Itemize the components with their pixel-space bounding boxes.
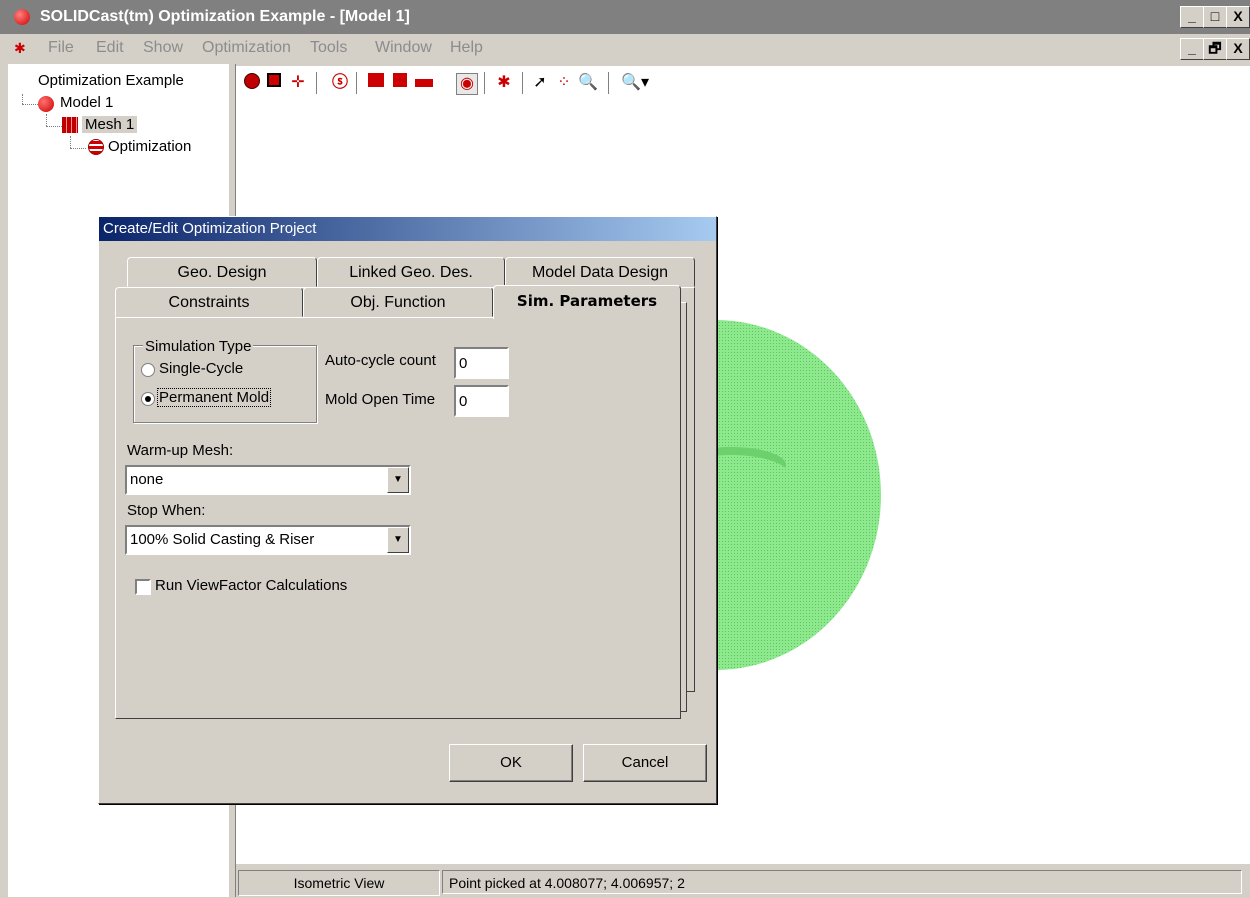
stop-when-label: Stop When:	[127, 502, 206, 519]
tree-item-optimization[interactable]: Optimization	[108, 138, 191, 155]
toolbar-separator	[316, 72, 318, 94]
dialog-title: Create/Edit Optimization Project	[99, 217, 716, 241]
toolbar-separator	[522, 72, 524, 94]
warmup-mesh-value: none	[130, 471, 164, 488]
toolbar-separator	[484, 72, 486, 94]
warmup-mesh-select[interactable]: none ▼	[125, 465, 411, 495]
mdi-minimize-button[interactable]: _	[1180, 38, 1204, 60]
crosshair-icon[interactable]: ✛	[288, 73, 308, 93]
status-message-pane: Point picked at 4.008077; 4.006957; 2	[442, 870, 1242, 894]
title-bar: SOLIDCast(tm) Optimization Example - [Mo…	[0, 0, 1250, 34]
tree-item-model[interactable]: Model 1	[60, 94, 113, 111]
minimize-button[interactable]: _	[1180, 6, 1204, 28]
tab-sim-parameters[interactable]: Sim. Parameters	[493, 285, 681, 319]
tree-connector	[22, 104, 38, 106]
optimization-project-dialog: Create/Edit Optimization Project Geo. De…	[98, 216, 717, 804]
tab-constraints[interactable]: Constraints	[115, 287, 303, 317]
xz-icon[interactable]	[366, 73, 386, 93]
menu-help[interactable]: Help	[450, 39, 483, 57]
tab-geo-design[interactable]: Geo. Design	[127, 257, 317, 287]
tree-connector	[22, 94, 24, 104]
viewfactor-label[interactable]: Run ViewFactor Calculations	[155, 577, 347, 594]
cursor-icon[interactable]: ➚	[530, 73, 550, 93]
menu-optimization[interactable]: Optimization	[202, 39, 291, 57]
stop-when-value: 100% Solid Casting & Riser	[130, 531, 315, 548]
chevron-down-icon[interactable]: ▼	[387, 467, 409, 493]
tree-connector	[70, 136, 72, 148]
menu-window[interactable]: Window	[375, 39, 432, 57]
auto-cycle-input[interactable]: 0	[454, 347, 509, 379]
mesh-icon	[62, 117, 78, 133]
tree-connector	[46, 114, 48, 126]
toolbar-separator	[608, 72, 610, 94]
chevron-down-icon[interactable]: ▼	[387, 527, 409, 553]
stop-when-select[interactable]: 100% Solid Casting & Riser ▼	[125, 525, 411, 555]
simulation-type-label: Simulation Type	[143, 338, 254, 355]
sphere-icon[interactable]	[242, 73, 262, 93]
tab-obj-function[interactable]: Obj. Function	[303, 287, 493, 317]
mold-open-time-label: Mold Open Time	[325, 391, 436, 408]
ok-button[interactable]: OK	[449, 744, 573, 782]
view-toolbar: ✛ ⓢ ◉ ✱ ➚ ⁘ 🔍 🔍▾	[236, 66, 1250, 100]
rotate-icon[interactable]: ◉	[456, 73, 478, 95]
status-bar: Isometric View Point picked at 4.008077;…	[236, 863, 1250, 898]
zoom-dropdown-icon[interactable]: 🔍▾	[618, 73, 652, 93]
star-icon[interactable]: ✱	[494, 73, 514, 93]
single-cycle-label[interactable]: Single-Cycle	[159, 360, 243, 377]
model-icon	[38, 96, 54, 112]
s-icon[interactable]: ⓢ	[330, 73, 350, 93]
y-icon[interactable]	[390, 73, 410, 93]
close-button[interactable]: X	[1226, 6, 1250, 28]
single-cycle-radio[interactable]	[141, 363, 155, 377]
simulation-type-group	[133, 345, 317, 423]
zoom-icon[interactable]: 🔍	[578, 73, 598, 93]
xy-icon[interactable]	[414, 73, 434, 93]
tab-linked-geo-design[interactable]: Linked Geo. Des.	[317, 257, 505, 287]
maximize-button[interactable]: □	[1203, 6, 1227, 28]
viewfactor-checkbox[interactable]	[135, 579, 151, 595]
menu-tools[interactable]: Tools	[310, 39, 347, 57]
cancel-button[interactable]: Cancel	[583, 744, 707, 782]
menu-bar: ✱ File Edit Show Optimization Tools Wind…	[0, 34, 1250, 62]
warmup-mesh-label: Warm-up Mesh:	[127, 442, 234, 459]
tab-model-data-design[interactable]: Model Data Design	[505, 257, 695, 287]
permanent-mold-label[interactable]: Permanent Mold	[157, 388, 272, 407]
app-logo-icon	[14, 9, 30, 25]
window-title: SOLIDCast(tm) Optimization Example - [Mo…	[40, 8, 410, 25]
mold-open-time-input[interactable]: 0	[454, 385, 509, 417]
menu-file[interactable]: File	[48, 39, 74, 57]
status-view-pane: Isometric View	[238, 870, 440, 896]
tree-root-label[interactable]: Optimization Example	[38, 72, 184, 89]
toolbar-separator	[356, 72, 358, 94]
menu-edit[interactable]: Edit	[96, 39, 124, 57]
menu-show[interactable]: Show	[143, 39, 183, 57]
optimization-icon	[88, 139, 104, 155]
auto-cycle-label: Auto-cycle count	[325, 352, 436, 369]
mdi-doc-icon[interactable]: ✱	[14, 40, 32, 56]
red-square-icon[interactable]	[264, 73, 284, 93]
permanent-mold-radio[interactable]	[141, 392, 155, 406]
node-icon[interactable]: ⁘	[554, 73, 574, 93]
mdi-restore-button[interactable]: 🗗	[1203, 38, 1227, 60]
mdi-close-button[interactable]: X	[1226, 38, 1250, 60]
tree-connector	[46, 126, 62, 128]
tree-item-mesh[interactable]: Mesh 1	[82, 116, 138, 133]
tree-connector	[70, 148, 86, 150]
